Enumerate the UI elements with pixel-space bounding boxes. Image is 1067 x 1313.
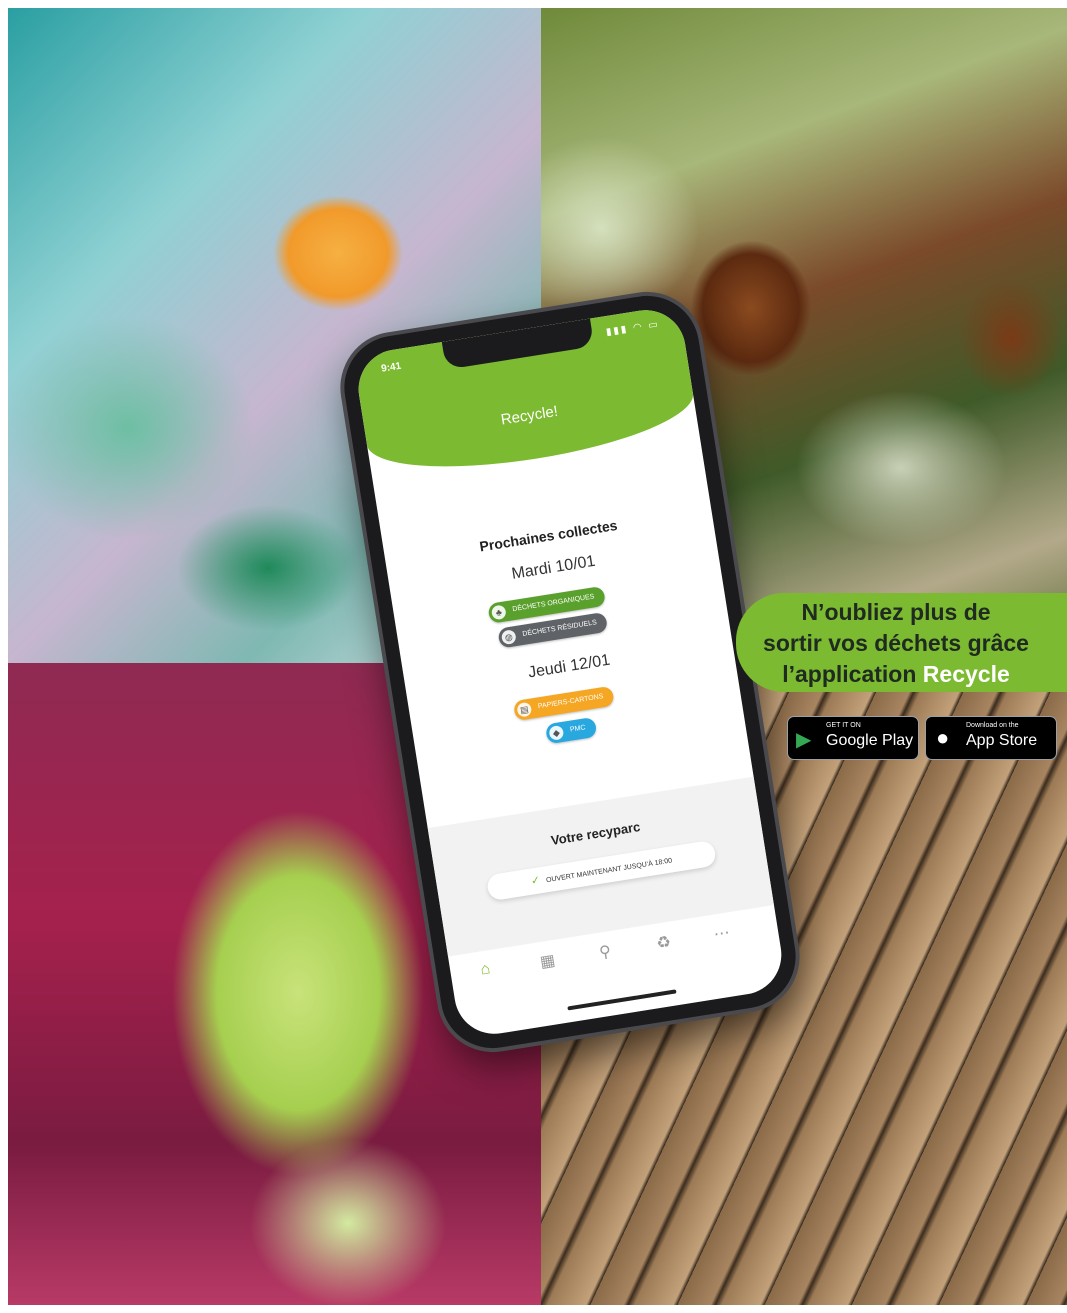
paper-icon: ▤ (516, 701, 533, 718)
wifi-icon: ◠ (632, 321, 645, 334)
home-icon[interactable]: ⌂ (479, 960, 491, 979)
collection-item-label: DÉCHETS RÉSIDUELS (521, 619, 598, 638)
promo-line-3: l’application Recycle (736, 659, 1056, 689)
app-title: Recycle! (499, 402, 560, 429)
organic-icon: ♣ (490, 604, 507, 621)
check-icon: ✓ (530, 874, 542, 888)
bottle-icon: ◆ (548, 724, 565, 741)
collection-item-label: DÉCHETS ORGANIQUES (512, 593, 595, 614)
google-play-label: Google Play (826, 732, 914, 749)
collection-item[interactable]: ◆ PMC (544, 716, 597, 745)
more-icon[interactable]: ⋯ (712, 922, 731, 944)
battery-icon: ▭ (647, 318, 661, 332)
map-pin-icon[interactable]: ⚲ (598, 941, 613, 963)
calendar-icon[interactable]: ▦ (538, 950, 557, 972)
signal-icon: ▮▮▮ (605, 323, 630, 339)
google-play-icon: ▶ (796, 729, 812, 751)
collection-item-label: PMC (569, 724, 587, 734)
recyparc-status-label: OUVERT MAINTENANT JUSQU'À 18:00 (545, 857, 673, 885)
promo-line-2: sortir vos déchets grâce (763, 630, 1029, 656)
promo-banner: N’oubliez plus de sortir vos déchets grâ… (736, 593, 1067, 692)
collection-item[interactable]: ▤ PAPIERS-CARTONS (512, 685, 615, 722)
promo-line-3-prefix: l’application (782, 661, 923, 687)
app-store-small-label: Download on the (966, 722, 1019, 729)
trash-bag-icon: ◍ (500, 629, 517, 646)
promo-line-1: N’oubliez plus de (801, 599, 991, 625)
recycle-icon[interactable]: ♻ (655, 932, 672, 954)
apple-icon: ● (936, 725, 950, 750)
app-store-label: App Store (966, 732, 1038, 749)
app-store-button[interactable]: ● Download on the App Store (925, 716, 1057, 760)
status-icons: ▮▮▮ ◠ ▭ (605, 319, 660, 338)
promo-app-name: Recycle (922, 661, 1010, 687)
home-indicator (567, 989, 677, 1011)
status-time: 9:41 (380, 360, 402, 375)
collection-item-label: PAPIERS-CARTONS (537, 693, 604, 711)
google-play-small-label: GET IT ON (826, 722, 861, 729)
google-play-button[interactable]: ▶ GET IT ON Google Play (787, 716, 919, 760)
